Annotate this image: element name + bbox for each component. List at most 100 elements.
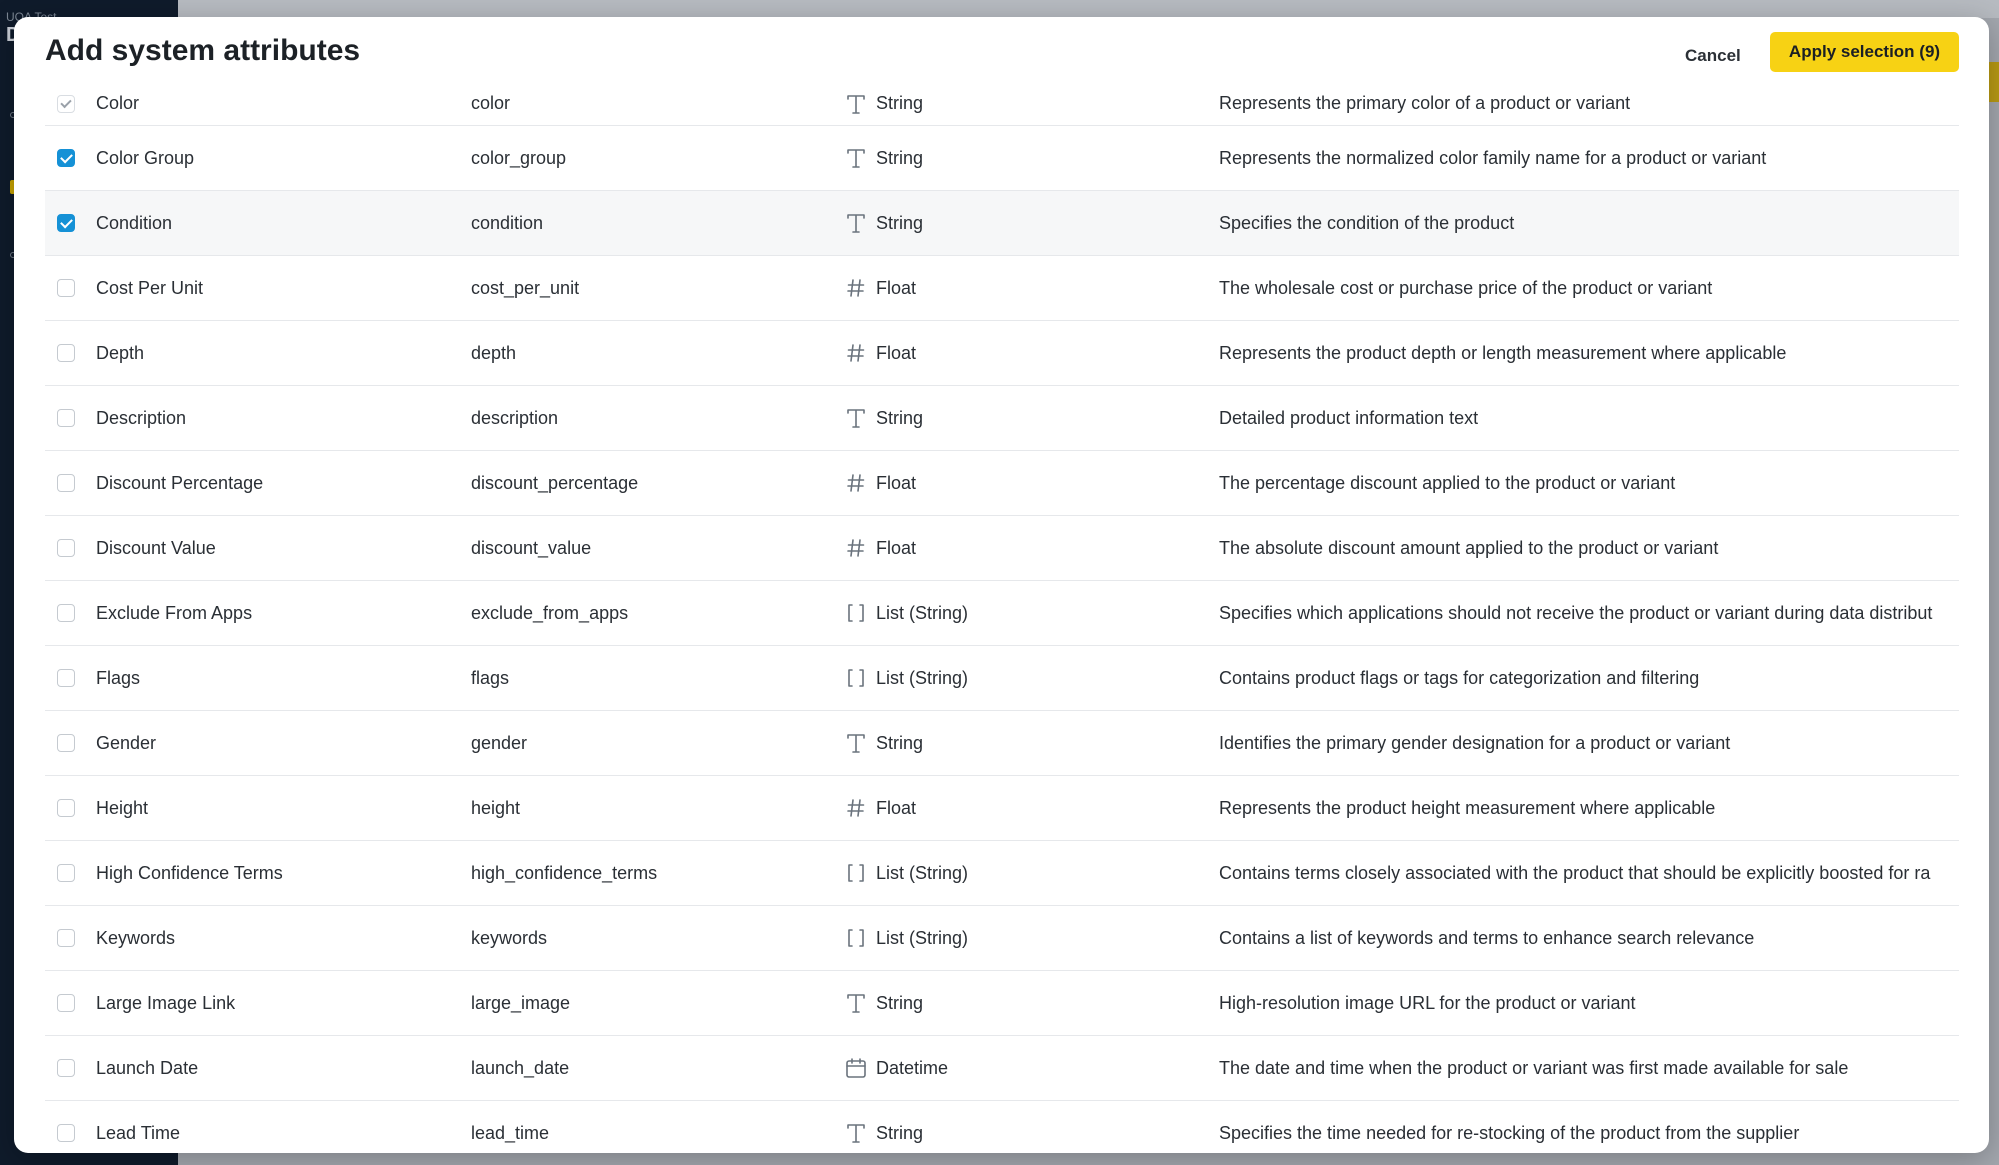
attribute-name: Keywords (96, 927, 176, 948)
table-row[interactable]: Exclude From Apps exclude_from_apps List (… (45, 581, 1959, 646)
table-row[interactable]: Flags flags List (String) Contains product … (45, 646, 1959, 711)
attribute-type-label: String (876, 732, 924, 753)
attribute-description: Contains product flags or tags for categ… (1219, 667, 1700, 688)
attribute-type: List (String) (845, 581, 968, 645)
brackets-icon (845, 862, 867, 884)
attribute-type: List (String) (845, 841, 968, 905)
table-row[interactable]: Gender gender String Identifies the primary… (45, 711, 1959, 776)
table-row[interactable]: Color Group color_group String Represents t… (45, 126, 1959, 191)
table-row[interactable]: Description description String Detailed pro… (45, 386, 1959, 451)
attribute-name: Cost Per Unit (96, 277, 204, 298)
modal-header: Add system attributes Cancel Apply selec… (14, 17, 1989, 81)
attribute-description: Represents the primary color of a produc… (1219, 93, 1631, 113)
row-checkbox-cell (57, 1036, 81, 1100)
attribute-description: The percentage discount applied to the p… (1219, 472, 1676, 493)
attribute-type-label: List (String) (876, 602, 969, 623)
attribute-type-label: List (String) (876, 927, 969, 948)
row-checkbox[interactable] (57, 799, 75, 817)
row-checkbox-cell (57, 386, 81, 450)
table-row[interactable]: Color color String Represents the primary c… (45, 82, 1959, 126)
attribute-type: Float (845, 776, 916, 840)
attribute-type: String (845, 711, 923, 775)
table-row[interactable]: Lead Time lead_time String Specifies the ti… (45, 1101, 1959, 1147)
text-type-icon (845, 147, 867, 169)
row-checkbox[interactable] (57, 994, 75, 1012)
row-checkbox[interactable] (57, 669, 75, 687)
attribute-description: Contains terms closely associated with t… (1219, 862, 1931, 883)
table-row[interactable]: Height height Float Represents the product … (45, 776, 1959, 841)
table-row[interactable]: Depth depth Float Represents the product de… (45, 321, 1959, 386)
row-checkbox (57, 94, 75, 113)
table-row[interactable]: Discount Percentage discount_percentage Fl… (45, 451, 1959, 516)
table-row[interactable]: High Confidence Terms high_confidence_ter… (45, 841, 1959, 906)
hash-icon (845, 472, 867, 494)
attribute-type-label: String (876, 93, 924, 113)
row-checkbox[interactable] (57, 539, 75, 557)
row-checkbox-cell (57, 82, 81, 125)
table-row[interactable]: Keywords keywords List (String) Contains a … (45, 906, 1959, 971)
attribute-name: Launch Date (96, 1057, 199, 1078)
row-checkbox[interactable] (57, 279, 75, 297)
attribute-description: Represents the normalized color family n… (1219, 147, 1767, 168)
modal-title: Add system attributes (45, 34, 361, 67)
attribute-type-label: List (String) (876, 862, 969, 883)
attribute-key: depth (471, 342, 517, 363)
attribute-type-label: Float (876, 797, 917, 818)
row-checkbox-cell (57, 126, 81, 190)
table-row[interactable]: Large Image Link large_image String High-re… (45, 971, 1959, 1036)
row-checkbox[interactable] (57, 1059, 75, 1077)
attribute-name: Depth (96, 342, 145, 363)
row-checkbox[interactable] (57, 214, 75, 232)
attribute-key: height (471, 797, 521, 818)
attribute-name: Lead Time (96, 1122, 181, 1143)
hash-icon (845, 277, 867, 299)
row-checkbox-cell (57, 971, 81, 1035)
table-row[interactable]: Cost Per Unit cost_per_unit Float The whole… (45, 256, 1959, 321)
attribute-type: String (845, 126, 923, 190)
attribute-key: discount_percentage (471, 472, 639, 493)
brackets-icon (845, 667, 867, 689)
attribute-description: Specifies the condition of the product (1219, 212, 1515, 233)
attribute-type-label: String (876, 212, 924, 233)
row-checkbox[interactable] (57, 409, 75, 427)
attribute-type: Float (845, 451, 916, 515)
attribute-description: Contains a list of keywords and terms to… (1219, 927, 1755, 948)
row-checkbox-cell (57, 451, 81, 515)
text-type-icon (845, 992, 867, 1014)
attribute-type-label: Float (876, 342, 917, 363)
attribute-description: The wholesale cost or purchase price of … (1219, 277, 1713, 298)
attribute-type-label: Float (876, 537, 917, 558)
table-row[interactable]: Discount Value discount_value Float The abs… (45, 516, 1959, 581)
attribute-type: String (845, 191, 923, 255)
attribute-type: List (String) (845, 646, 968, 710)
table-row[interactable]: Condition condition String Specifies the co… (45, 191, 1959, 256)
apply-selection-button[interactable]: Apply selection (9) (1770, 32, 1959, 72)
row-checkbox[interactable] (57, 864, 75, 882)
cancel-button[interactable]: Cancel (1679, 37, 1747, 75)
attribute-type-label: String (876, 407, 924, 428)
hash-icon (845, 797, 867, 819)
attribute-name: Exclude From Apps (96, 602, 253, 623)
row-checkbox-cell (57, 581, 81, 645)
text-type-icon (845, 93, 867, 115)
attributes-table: Color color String Represents the primary c… (45, 82, 1959, 1147)
row-checkbox[interactable] (57, 149, 75, 167)
attribute-description: Represents the product depth or length m… (1219, 342, 1787, 363)
attribute-type: List (String) (845, 906, 968, 970)
row-checkbox[interactable] (57, 929, 75, 947)
attribute-type: String (845, 1101, 923, 1147)
row-checkbox[interactable] (57, 604, 75, 622)
attribute-name: Discount Value (96, 537, 216, 558)
attribute-key: description (471, 407, 559, 428)
row-checkbox[interactable] (57, 734, 75, 752)
attribute-description: The absolute discount amount applied to … (1219, 537, 1719, 558)
row-checkbox[interactable] (57, 1124, 75, 1142)
attribute-description: Detailed product information text (1219, 407, 1479, 428)
row-checkbox[interactable] (57, 344, 75, 362)
row-checkbox-cell (57, 711, 81, 775)
table-row[interactable]: Launch Date launch_date Datetime The date a… (45, 1036, 1959, 1101)
hash-icon (845, 342, 867, 364)
row-checkbox-cell (57, 906, 81, 970)
attribute-type: String (845, 386, 923, 450)
row-checkbox[interactable] (57, 474, 75, 492)
